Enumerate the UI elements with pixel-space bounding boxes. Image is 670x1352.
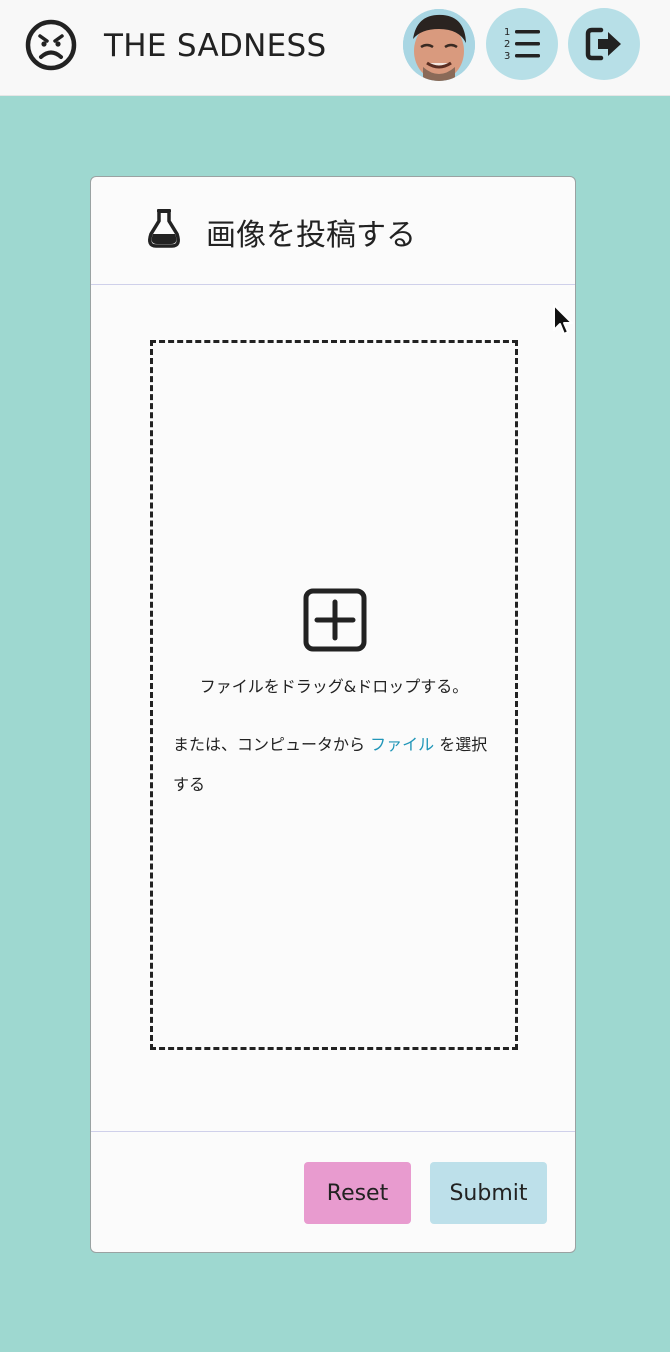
user-avatar[interactable] xyxy=(403,9,475,81)
svg-text:1: 1 xyxy=(504,27,510,38)
top-navbar: THE SADNESS 1 2 3 xyxy=(0,0,670,96)
card-title: 画像を投稿する xyxy=(206,218,416,253)
numbered-list-icon: 1 2 3 xyxy=(504,27,540,62)
file-select-link[interactable]: ファイル xyxy=(370,735,434,754)
logout-button[interactable] xyxy=(568,8,640,80)
upload-card: 画像を投稿する ファイルをドラッグ&ドロップする。 または、コンピュータから フ… xyxy=(90,176,576,1253)
flask-icon xyxy=(148,209,180,248)
plus-square-icon[interactable] xyxy=(303,588,367,652)
mouse-cursor-icon xyxy=(553,304,573,335)
select-file-prefix: または、コンピュータから xyxy=(173,735,366,754)
sign-out-icon xyxy=(585,27,621,61)
reset-button[interactable]: Reset xyxy=(304,1162,411,1224)
card-header: 画像を投稿する xyxy=(91,177,575,285)
drag-drop-text: ファイルをドラッグ&ドロップする。 xyxy=(199,677,469,696)
ranking-list-button[interactable]: 1 2 3 xyxy=(486,8,558,80)
select-file-text: または、コンピュータから ファイル を選択する xyxy=(173,725,503,805)
file-dropzone[interactable]: ファイルをドラッグ&ドロップする。 または、コンピュータから ファイル を選択す… xyxy=(150,340,518,1050)
avatar-illustration xyxy=(403,9,475,81)
card-footer: Reset Submit xyxy=(91,1131,575,1252)
sad-face-icon[interactable] xyxy=(25,19,77,71)
submit-button[interactable]: Submit xyxy=(430,1162,547,1224)
app-title[interactable]: THE SADNESS xyxy=(104,28,326,64)
svg-text:3: 3 xyxy=(504,51,510,62)
svg-text:2: 2 xyxy=(504,39,510,50)
